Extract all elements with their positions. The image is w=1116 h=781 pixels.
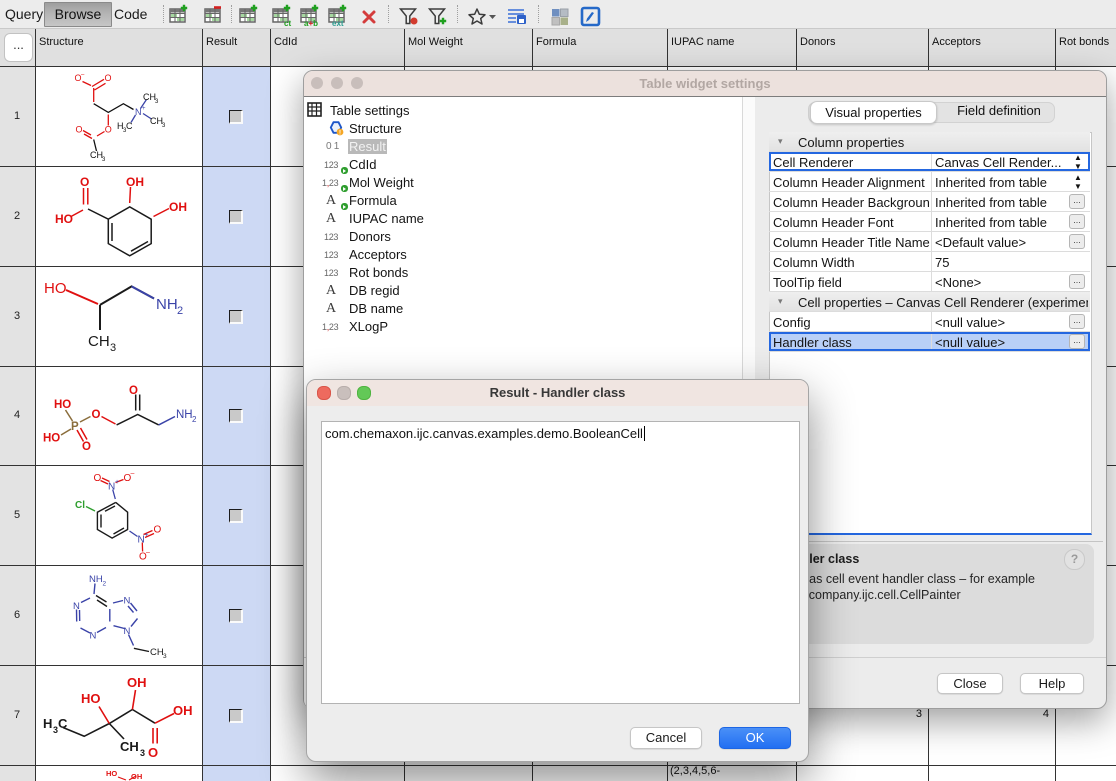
svg-text:OH: OH [131,772,142,781]
svg-text:–: – [146,549,150,556]
svg-text:O: O [82,441,91,453]
svg-text:HO: HO [43,433,60,445]
svg-text:OH: OH [169,200,187,214]
svg-text:+: + [115,479,119,486]
svg-text:O: O [92,409,101,421]
svg-text:+: + [145,532,149,539]
svg-text:N: N [124,626,131,637]
svg-text:CH: CH [88,333,110,350]
svg-text:H: H [43,716,52,731]
svg-text:HO: HO [55,212,73,226]
svg-text:2: 2 [103,581,107,588]
svg-text:OH: OH [173,703,193,718]
svg-text:3: 3 [140,748,145,758]
svg-text:N: N [135,107,142,117]
svg-text:O: O [148,745,158,760]
svg-text:N: N [90,631,97,642]
svg-text:!: ! [339,131,341,137]
svg-text:O: O [154,525,162,536]
svg-text:N: N [124,596,131,607]
svg-text:NH: NH [156,296,178,313]
svg-text:O: O [105,73,112,83]
svg-text:P: P [71,421,79,433]
svg-text:CH: CH [120,739,139,754]
svg-text:–: – [131,470,135,477]
svg-text:OH: OH [126,175,144,189]
svg-text:HO: HO [44,280,67,297]
svg-text:2: 2 [177,305,183,317]
svg-text:HO: HO [106,769,117,778]
svg-text:3: 3 [162,123,166,129]
svg-text:O: O [80,175,89,189]
svg-text:NH: NH [176,409,193,421]
svg-text:ct: ct [284,19,291,28]
svg-text:OH: OH [127,675,147,690]
svg-text:–: – [81,72,85,78]
svg-text:O: O [76,125,83,135]
svg-text:3: 3 [163,653,167,660]
svg-text:N: N [73,601,80,612]
svg-text:O: O [105,125,112,135]
svg-text:CH: CH [150,647,164,658]
svg-text:HO: HO [54,399,71,411]
svg-text:C: C [126,121,133,131]
svg-text:a+b: a+b [304,19,318,28]
svg-text:ext: ext [332,19,344,28]
svg-text:C: C [58,716,68,731]
svg-text:O: O [94,473,102,484]
svg-text:NH: NH [89,574,103,585]
svg-text:2: 2 [192,415,197,424]
svg-text:HO: HO [81,691,101,706]
svg-text:Cl: Cl [75,500,85,511]
svg-text:+: + [142,106,146,112]
svg-text:O: O [129,385,138,397]
svg-text:3: 3 [102,157,106,163]
svg-text:3: 3 [110,342,116,354]
svg-text:3: 3 [155,99,159,105]
